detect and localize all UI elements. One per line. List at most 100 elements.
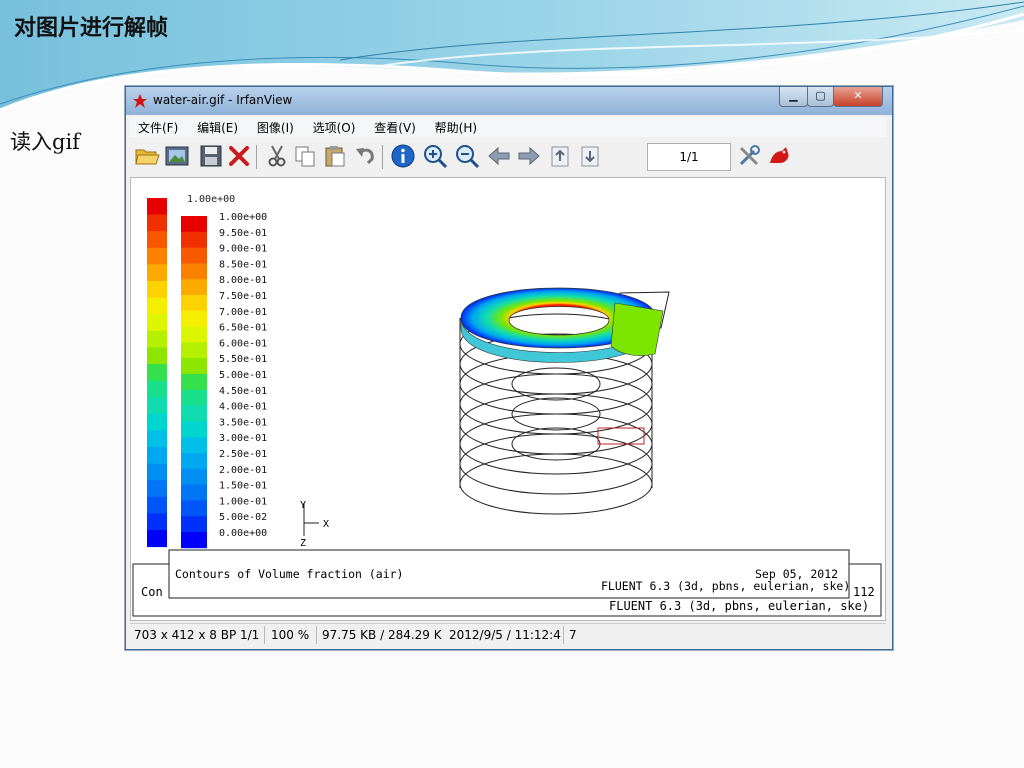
legend-back-swatch — [147, 447, 167, 465]
delete-icon[interactable] — [226, 143, 252, 169]
legend-labels: 1.00e+00 9.50e-01 9.00e-01 8.50e-01 8.00e-01… — [219, 212, 267, 539]
zoom-out-icon[interactable] — [454, 143, 480, 169]
next-arrow-icon[interactable] — [516, 143, 542, 169]
legend-swatch — [181, 295, 207, 312]
open-folder-icon[interactable] — [134, 143, 160, 169]
irfanview-window: water-air.gif - IrfanView ▁ ▢ ✕ 文件(F) 编辑… — [125, 86, 893, 650]
legend-swatch — [181, 247, 207, 264]
legend-back-swatch — [147, 297, 167, 315]
caption-back-solver: FLUENT 6.3 (3d, pbns, eulerian, ske) — [609, 599, 869, 613]
legend-swatch — [181, 484, 207, 501]
legend-back-swatch — [147, 463, 167, 481]
legend-tick-label: 6.50e-01 — [219, 323, 267, 334]
ring-cut-face — [610, 302, 664, 356]
legend-back-swatch — [147, 231, 167, 249]
window-title: water-air.gif - IrfanView — [153, 93, 293, 107]
undo-icon[interactable] — [352, 143, 378, 169]
legend-back-swatch — [147, 347, 167, 365]
legend-tick-label: 2.50e-01 — [219, 449, 267, 460]
legend-tick-label: 3.50e-01 — [219, 417, 267, 428]
legend-back-top-label: 1.00e+00 — [187, 194, 235, 205]
legend-back-swatch — [147, 330, 167, 348]
legend-tick-label: 8.00e-01 — [219, 275, 267, 286]
paste-icon[interactable] — [322, 143, 348, 169]
legend-swatch — [181, 279, 207, 296]
legend-tick-label: 1.00e-01 — [219, 496, 267, 507]
irfanview-logo-icon[interactable] — [766, 143, 792, 169]
toolbar-separator — [382, 145, 383, 169]
slideshow-icon[interactable] — [164, 143, 190, 169]
legend-tick-label: 2.00e-01 — [219, 465, 267, 476]
legend-swatch — [181, 516, 207, 533]
info-icon[interactable] — [390, 143, 416, 169]
legend-back-swatch — [147, 314, 167, 332]
legend-tick-label: 0.00e+00 — [219, 528, 267, 539]
window-titlebar[interactable]: water-air.gif - IrfanView ▁ ▢ ✕ — [126, 87, 892, 115]
irfanview-app-icon — [133, 94, 147, 108]
legend-swatch — [181, 500, 207, 517]
legend-back-swatch — [147, 496, 167, 514]
menu-bar: 文件(F) 编辑(E) 图像(I) 选项(O) 查看(V) 帮助(H) — [130, 117, 886, 137]
legend-tick-label: 1.50e-01 — [219, 481, 267, 492]
legend-swatch — [181, 389, 207, 406]
image-viewport[interactable]: 1.00e+00 1.00e+00 9.50e-01 9.00e-01 8.50e-0… — [130, 177, 886, 621]
status-divider — [264, 626, 265, 644]
menu-help[interactable]: 帮助(H) — [427, 117, 484, 136]
status-dimensions: 703 x 412 x 8 BP — [134, 628, 237, 642]
legend-swatch — [181, 342, 207, 359]
first-page-icon[interactable] — [548, 143, 574, 169]
zoom-in-icon[interactable] — [422, 143, 448, 169]
copy-icon[interactable] — [292, 143, 318, 169]
legend-back-swatch — [147, 364, 167, 382]
menu-edit[interactable]: 编辑(E) — [189, 117, 245, 136]
legend-swatch — [181, 437, 207, 454]
legend-back-swatch — [147, 264, 167, 282]
menu-view[interactable]: 查看(V) — [366, 117, 423, 136]
legend-tick-label: 4.50e-01 — [219, 386, 267, 397]
maximize-button[interactable]: ▢ — [807, 87, 834, 107]
legend-front-strip — [181, 216, 207, 549]
status-divider — [316, 626, 317, 644]
legend-tick-label: 9.00e-01 — [219, 244, 267, 255]
axis-triad — [303, 503, 319, 536]
legend-swatch — [181, 421, 207, 438]
legend-tick-label: 4.00e-01 — [219, 402, 267, 413]
toolbar: 1/1 — [130, 139, 886, 175]
settings-icon[interactable] — [736, 143, 762, 169]
legend-tick-label: 8.50e-01 — [219, 259, 267, 270]
menu-options[interactable]: 选项(O) — [305, 117, 363, 136]
legend-tick-label: 5.00e-01 — [219, 370, 267, 381]
status-timestamp: 2012/9/5 / 11:12:4 — [449, 628, 561, 642]
toolbar-separator — [256, 145, 257, 169]
legend-swatch — [181, 216, 207, 233]
minimize-button[interactable]: ▁ — [779, 87, 808, 107]
save-icon[interactable] — [198, 143, 224, 169]
legend-back-swatch — [147, 530, 167, 548]
legend-tick-label: 3.00e-01 — [219, 433, 267, 444]
menu-image[interactable]: 图像(I) — [249, 117, 301, 136]
legend-swatch — [181, 231, 207, 248]
menu-file[interactable]: 文件(F) — [130, 117, 185, 136]
legend-back-swatch — [147, 413, 167, 431]
cut-icon[interactable] — [264, 143, 290, 169]
previous-arrow-icon[interactable] — [486, 143, 512, 169]
close-button[interactable]: ✕ — [833, 87, 883, 107]
legend-back-swatch — [147, 281, 167, 299]
legend-tick-label: 7.00e-01 — [219, 307, 267, 318]
legend-swatch — [181, 405, 207, 422]
legend-back-swatch — [147, 480, 167, 498]
legend-tick-label: 9.50e-01 — [219, 228, 267, 239]
legend-back-swatch — [147, 214, 167, 232]
legend-swatch — [181, 310, 207, 327]
slide-side-text: 读入gif — [10, 130, 80, 154]
legend-back-swatch — [147, 198, 167, 216]
status-zoom: 100 % — [271, 628, 310, 642]
legend-tick-label: 7.50e-01 — [219, 291, 267, 302]
legend-tick-label: 6.00e-01 — [219, 338, 267, 349]
slide-title: 对图片进行解帧 — [14, 15, 169, 41]
legend-tick-label: 5.50e-01 — [219, 354, 267, 365]
last-page-icon[interactable] — [578, 143, 604, 169]
axis-label-y: Y — [300, 500, 306, 511]
legend-swatch — [181, 374, 207, 391]
page-number-field[interactable]: 1/1 — [647, 143, 731, 171]
